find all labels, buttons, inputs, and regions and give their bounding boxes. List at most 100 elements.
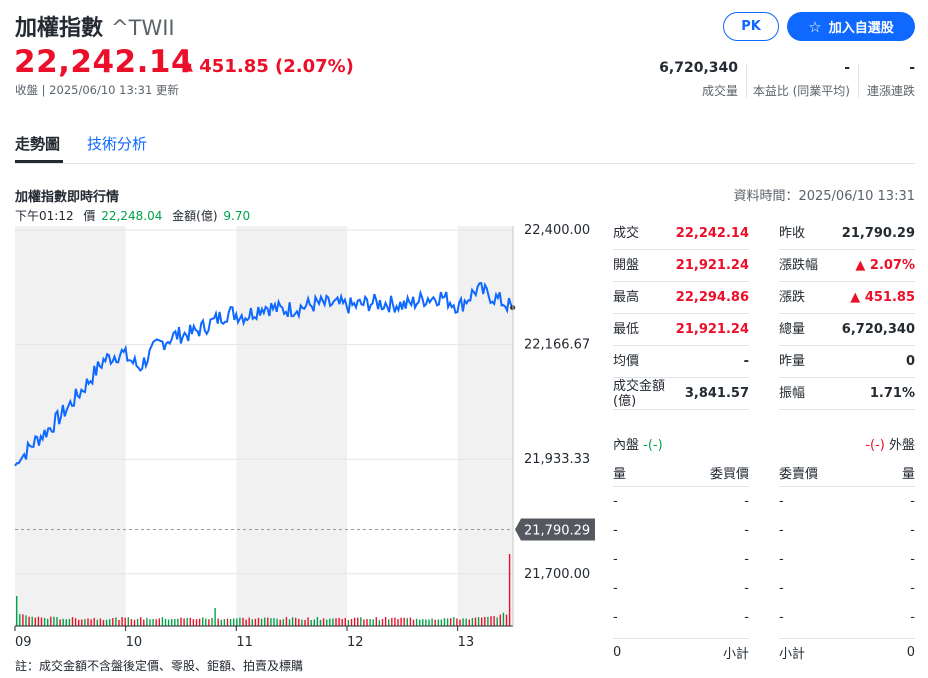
volume-bar: [332, 618, 334, 626]
volume-bar: [254, 618, 257, 626]
quote-value: 1.71%: [869, 386, 915, 401]
volume-bar: [335, 618, 337, 626]
volume-bar: [84, 619, 86, 626]
book-cell: -: [613, 610, 618, 625]
quote-right-column: 昨收 21,790.29 漲跌幅 ▲ 2.07% 漲跌 ▲ 451.85 總量 6,720,3…: [779, 218, 915, 410]
intraday-chart[interactable]: 22,400.00 22,166.67 21,933.33 21,700.00 21,…: [0, 222, 600, 652]
quote-label: 成交金額 (億): [613, 378, 666, 409]
volume-bar: [257, 617, 260, 626]
volume-bar: [431, 618, 433, 626]
quote-row: 成交金額 (億) 3,841.57: [613, 378, 749, 410]
volume-bar: [47, 618, 49, 626]
quote-value: -: [743, 354, 749, 369]
volume-bar: [344, 618, 346, 626]
volume-bar: [403, 617, 405, 626]
volume-bar: [248, 617, 250, 626]
volume-bar: [214, 608, 216, 626]
stat-pe-label: 本益比 (同業平均): [752, 84, 850, 98]
quote-row: 總量 6,720,340: [779, 314, 915, 346]
prev-close-tag: 21,790.29: [515, 518, 595, 541]
volume-bar: [508, 554, 511, 626]
outer-book: -(-) 外盤: [779, 434, 915, 453]
quote-label: 開盤: [613, 258, 640, 273]
book-row: --: [613, 487, 749, 516]
volume-bar: [198, 618, 201, 626]
volume-bar: [338, 617, 340, 626]
volume-bar: [220, 619, 222, 626]
volume-bar: [412, 619, 415, 626]
quote-label: 成交: [613, 226, 640, 241]
volume-bar: [171, 619, 173, 626]
volume-bar: [468, 619, 470, 626]
volume-bar: [267, 617, 269, 626]
quote-label: 漲跌幅: [779, 258, 819, 273]
volume-bar: [264, 617, 266, 626]
volume-bar: [186, 618, 188, 626]
hover-price-label: 價: [83, 209, 96, 223]
volume-bar: [133, 619, 136, 626]
volume-bar: [43, 618, 46, 626]
volume-bar: [273, 618, 275, 626]
book-cell: -: [779, 552, 784, 567]
volume-bar: [477, 617, 480, 626]
quote-row: 昨收 21,790.29: [779, 218, 915, 250]
volume-bar: [136, 618, 139, 626]
star-outline-icon: ☆: [808, 17, 822, 36]
volume-bar: [65, 619, 67, 626]
volume-bar: [37, 616, 40, 626]
volume-bar: [81, 619, 83, 626]
tab-technical[interactable]: 技術分析: [87, 133, 147, 154]
book-cell: -: [779, 610, 784, 625]
book-header: 委賣價 量: [779, 458, 915, 487]
volume-bar: [130, 619, 133, 626]
volume-bar: [211, 617, 213, 626]
volume-bar: [422, 619, 424, 626]
book-cell: -: [779, 581, 784, 596]
outer-value: -(-): [865, 438, 885, 453]
volume-bar: [499, 614, 501, 626]
volume-bar: [40, 617, 43, 626]
quote-left-column: 成交 22,242.14 開盤 21,921.24 最高 22,294.86 最低 21,92…: [613, 218, 749, 410]
quote-row: 開盤 21,921.24: [613, 250, 749, 282]
volume-bar: [487, 616, 489, 626]
book-row: --: [613, 603, 749, 632]
volume-bar: [102, 620, 105, 626]
volume-bar: [174, 619, 176, 626]
add-watchlist-button[interactable]: ☆ 加入自選股: [787, 12, 915, 41]
volume-bar: [59, 619, 61, 626]
volume-bar: [301, 619, 303, 626]
volume-bar: [313, 619, 315, 626]
volume-bar: [152, 619, 154, 626]
volume-bar: [474, 617, 477, 626]
x-tick-label: 12: [347, 635, 364, 650]
tab-trend[interactable]: 走勢圖: [15, 133, 60, 154]
volume-bar: [406, 618, 408, 626]
pk-button[interactable]: PK: [723, 12, 779, 41]
volume-bar: [112, 618, 114, 626]
volume-bar: [465, 618, 467, 626]
book-cell: -: [779, 523, 784, 538]
volume-bar: [87, 618, 89, 626]
volume-bar: [310, 620, 312, 626]
quote-label: 最低: [613, 322, 640, 337]
volume-bar: [245, 619, 247, 626]
hover-amount-label: 金額(億): [172, 209, 218, 223]
quote-label: 均價: [613, 354, 640, 369]
volume-bar: [381, 619, 384, 626]
volume-bar: [53, 616, 55, 626]
volume-bar: [96, 619, 98, 626]
volume-bar: [341, 619, 343, 626]
x-tick-label: 10: [126, 635, 143, 650]
quote-label: 最高: [613, 290, 640, 305]
volume-bar: [437, 619, 439, 626]
update-time: 收盤 | 2025/06/10 13:31 更新: [15, 83, 179, 97]
outer-label: 外盤: [888, 438, 915, 453]
volume-bar: [450, 618, 452, 626]
volume-bar: [496, 617, 498, 626]
book-row: --: [613, 516, 749, 545]
volume-bar: [388, 619, 390, 626]
stat-divider: [858, 64, 859, 98]
volume-bar: [68, 618, 71, 626]
hour-band: [236, 226, 347, 626]
volume-bar: [440, 619, 443, 626]
